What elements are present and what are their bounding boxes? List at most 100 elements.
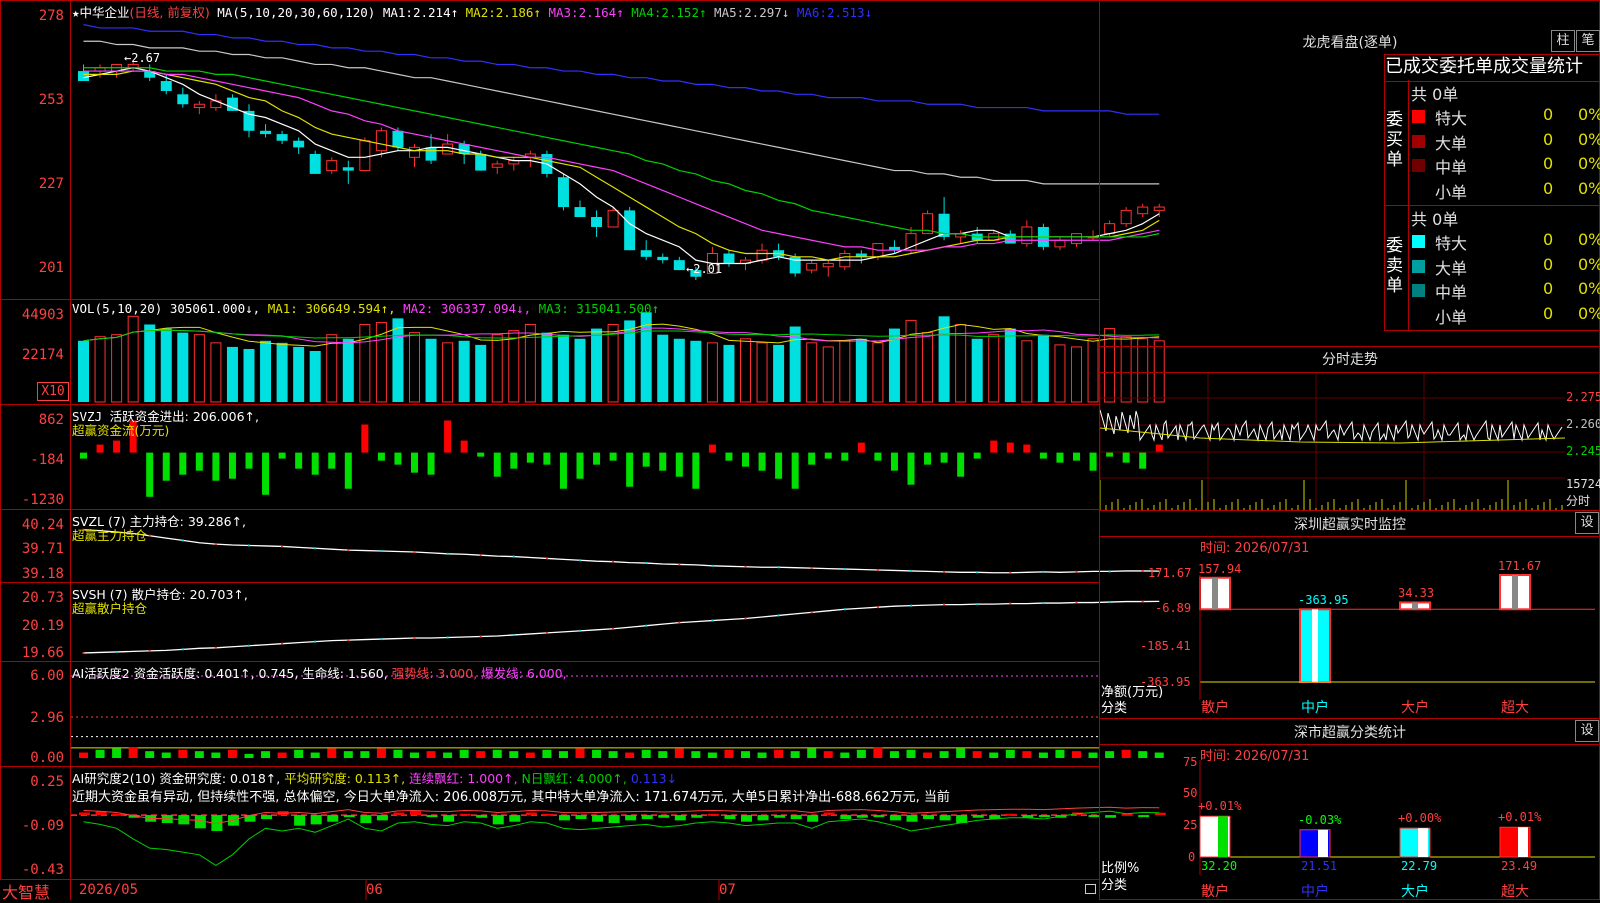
fund-flow-bar: [924, 452, 932, 465]
activity-bar: [261, 751, 271, 758]
activity-bar: [227, 749, 237, 758]
sell-row-name: 小单: [1435, 307, 1468, 327]
tab-volume-stats[interactable]: 成交量统计: [1493, 56, 1583, 77]
svsh-ytick: 19.66: [21, 645, 64, 661]
candle-body: [276, 134, 288, 141]
fund-flow-bar: [775, 452, 783, 479]
candle-body: [624, 210, 636, 251]
ma6-name: MA6:: [796, 5, 827, 20]
fund-flow-bar: [344, 452, 352, 489]
fund-flow-bar: [1039, 452, 1047, 459]
stock-name[interactable]: 中华企业: [80, 5, 130, 20]
vol-ma1: MA1: 306649.594↑,: [267, 301, 396, 316]
intraday-ytick: 2.260: [1566, 417, 1600, 431]
retail-holding-line-dot: [1075, 601, 1078, 604]
szcls-ylabel2: 分类: [1101, 878, 1128, 893]
fund-flow-bar: [113, 440, 121, 453]
activity-bar: [459, 749, 469, 758]
research-bar: [774, 815, 786, 818]
fund-flow-bar: [427, 452, 435, 475]
column-mode-button[interactable]: 柱: [1551, 30, 1575, 52]
main-holding-line-dot: [1009, 571, 1012, 574]
volume-bar: [822, 346, 834, 403]
activity-bar: [972, 751, 982, 758]
ai2-cont: 连续飘红: 1.000↑,: [409, 771, 518, 786]
fund-flow-bar: [262, 452, 270, 495]
activity-bar: [178, 749, 188, 758]
tab-orders[interactable]: 委托单: [1439, 56, 1493, 77]
main-holding-line-dot: [744, 565, 747, 568]
main-holding-line-dot: [645, 562, 648, 565]
research-bar: [691, 815, 703, 818]
fund-flow-bar: [593, 452, 601, 465]
period-label[interactable]: (日线, 前复权): [130, 5, 210, 20]
buy-row-name: 中单: [1435, 158, 1468, 177]
ma1-name: MA1:: [382, 5, 413, 20]
research-bar: [724, 815, 736, 820]
tab-filled[interactable]: 已成交: [1385, 56, 1439, 77]
retail-holding-line-dot: [612, 627, 615, 630]
volume-bar: [872, 342, 884, 403]
sell-color-swatch: [1412, 284, 1425, 297]
szcls-settings-button[interactable]: 设: [1575, 720, 1599, 742]
research-bar: [889, 815, 901, 821]
szcls-ytick: 0: [1188, 850, 1196, 864]
main-holding-line-dot: [910, 569, 912, 572]
szmon-ylabel2: 分类: [1101, 701, 1128, 716]
ma4-value: 2.152↑: [661, 5, 707, 20]
buy-row-p: 0%: [1578, 178, 1600, 198]
retail-holding-line-dot: [380, 638, 383, 641]
main-holding-line-dot: [512, 555, 515, 558]
ai2-ytick: -0.43: [21, 862, 64, 878]
research-bar: [558, 815, 570, 821]
main-holding-line-dot: [446, 552, 449, 555]
retail-holding-line-dot: [579, 629, 581, 632]
xaxis-label: 07: [719, 882, 736, 898]
candle-body: [591, 217, 603, 227]
star-icon[interactable]: ★: [72, 5, 80, 20]
activity-bar: [128, 747, 138, 758]
fund-flow-bar: [642, 452, 650, 467]
activity-bar: [1022, 751, 1032, 758]
activity-bar: [906, 749, 916, 758]
volume-bar: [508, 330, 520, 403]
candle-body: [375, 130, 387, 152]
candle-body: [409, 146, 420, 158]
research-bar: [873, 815, 885, 818]
ai1-strong: 强势线: 3.000,: [391, 666, 478, 681]
main-holding-line-dot: [380, 550, 383, 553]
volume-bar: [78, 340, 89, 402]
szmon-settings-button[interactable]: 设: [1575, 512, 1599, 534]
fund-flow-bar: [841, 452, 849, 461]
volume-bar: [193, 334, 205, 403]
volume-bar: [491, 334, 503, 403]
lock-icon[interactable]: [1085, 884, 1096, 894]
intraday-ytick: 2.275: [1566, 390, 1600, 404]
main-holding-line-dot: [843, 568, 846, 571]
activity-bar: [1088, 752, 1098, 758]
activity-bar: [558, 751, 568, 758]
sell-row-p: 0%: [1578, 279, 1600, 298]
retail-holding-line-dot: [181, 648, 184, 651]
research-bar: [906, 815, 918, 822]
activity-bar: [360, 751, 370, 758]
szcls-delta-label: +0.01%: [1498, 810, 1542, 825]
research-bar: [856, 815, 868, 818]
candle-body: [475, 154, 487, 171]
activity-bar: [641, 749, 651, 758]
sell-color-swatch: [1412, 235, 1425, 248]
activity-bar: [724, 749, 734, 758]
main-holding-line-dot: [777, 566, 780, 569]
retail-holding-line-dot: [910, 604, 912, 607]
main-holding-line-dot: [314, 547, 317, 550]
main-ytick: 278: [38, 8, 64, 24]
retail-holding-line: [83, 600, 1160, 654]
volume-bar: [756, 342, 768, 403]
activity-bar: [823, 751, 833, 758]
tick-mode-button[interactable]: 笔: [1576, 30, 1600, 52]
fund-flow-bar: [460, 440, 468, 453]
szcls-value-label: 21.51: [1301, 859, 1338, 873]
main-holding-line-dot: [148, 534, 151, 537]
ai1-ytick: 6.00: [30, 668, 64, 684]
fund-flow-bar: [377, 452, 385, 461]
